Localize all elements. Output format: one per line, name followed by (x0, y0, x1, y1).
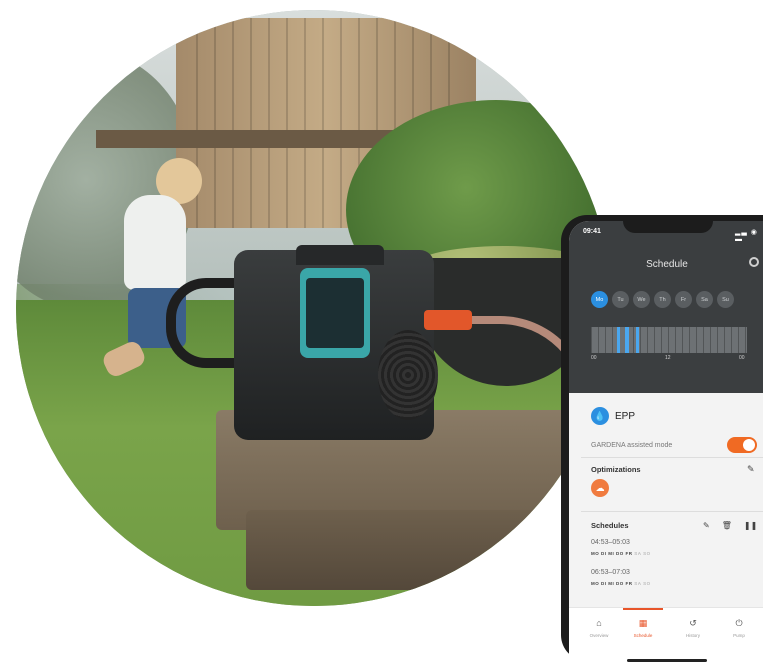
tab-label: Schedule (633, 633, 653, 638)
timeline-segment (625, 327, 629, 353)
timeline-segment (617, 327, 620, 353)
timeline-label-mid: 12 (665, 355, 671, 361)
timeline-segment (636, 327, 639, 353)
day-button-su[interactable]: Su (717, 291, 734, 308)
day-selector: Mo Tu We Th Fr Sa Su (591, 291, 734, 308)
pump-display (306, 278, 364, 348)
tab-label: Pump (733, 633, 745, 638)
schedule-days-on: MO DI MI DO FR (591, 551, 633, 556)
edit-schedule-icon[interactable]: ✎ (703, 521, 710, 530)
schedule-header: 09:41 ▂▃ ◉ ▬ Schedule Mo Tu We Th Fr Sa … (569, 221, 763, 393)
gear-icon[interactable] (749, 257, 759, 267)
assisted-mode-label: GARDENA assisted mode (591, 441, 673, 449)
tab-overview[interactable]: ⌂ Overview (579, 618, 619, 638)
timeline-label-end: 00 (739, 355, 745, 361)
tab-label: Overview (589, 633, 609, 638)
schedules-title: Schedules (591, 521, 629, 530)
tab-history[interactable]: ↺ History (673, 618, 713, 638)
delete-schedule-icon[interactable]: 🗑 (722, 521, 732, 530)
schedule-time[interactable]: 06:53–07:03 (591, 569, 630, 576)
water-drop-icon: 💧 (591, 407, 609, 425)
timeline-label-start: 00 (591, 355, 597, 361)
schedule-timeline[interactable] (591, 327, 747, 353)
status-icons: ▂▃ ◉ ▬ (735, 229, 758, 243)
status-time: 09:41 (583, 228, 601, 235)
pump-grille (378, 330, 438, 420)
tab-pump[interactable]: ⏻ Pump (719, 618, 759, 638)
pump-icon: ⏻ (735, 618, 743, 628)
schedule-actions: ✎ 🗑 ❚❚ (703, 521, 757, 530)
assisted-mode-row: GARDENA assisted mode (591, 437, 757, 453)
pause-schedule-icon[interactable]: ❚❚ (744, 521, 757, 530)
schedule-days-on: MO DI MI DO FR (591, 581, 633, 586)
schedule-days-off: SA SO (634, 551, 651, 556)
schedule-time[interactable]: 04:53–05:03 (591, 539, 630, 546)
device-name: EPP (615, 410, 636, 422)
pump-handle (296, 245, 384, 265)
schedule-days: MO DI MI DO FR SA SO (591, 581, 651, 586)
day-button-fr[interactable]: Fr (675, 291, 692, 308)
bottom-tab-bar: ⌂ Overview ▦ Schedule ↺ History ⏻ Pump (569, 607, 763, 667)
pergola-roof (96, 130, 396, 148)
optimization-icon[interactable]: ☁ (591, 479, 609, 497)
child-body (124, 195, 186, 290)
assisted-mode-toggle[interactable] (727, 437, 757, 453)
optimizations-title: Optimizations (591, 465, 641, 474)
tab-label: History (685, 633, 700, 638)
garden-pump-photo (16, 10, 612, 606)
day-button-th[interactable]: Th (654, 291, 671, 308)
day-button-tu[interactable]: Tu (612, 291, 629, 308)
calendar-icon: ▦ (638, 618, 648, 628)
history-icon: ↺ (689, 618, 697, 628)
hose-connector (424, 310, 472, 330)
divider (581, 457, 763, 458)
smartphone: 09:41 ▂▃ ◉ ▬ Schedule Mo Tu We Th Fr Sa … (561, 215, 763, 667)
page-title: Schedule (646, 259, 688, 270)
schedule-days: MO DI MI DO FR SA SO (591, 551, 651, 556)
tab-schedule[interactable]: ▦ Schedule (623, 618, 663, 638)
divider (581, 511, 763, 512)
day-button-mo[interactable]: Mo (591, 291, 608, 308)
schedule-days-off: SA SO (634, 581, 651, 586)
day-button-sa[interactable]: Sa (696, 291, 713, 308)
phone-notch (623, 215, 713, 233)
active-tab-indicator (623, 608, 663, 610)
device-row[interactable]: 💧 EPP (591, 407, 635, 425)
edit-optimizations-icon[interactable]: ✎ (747, 464, 755, 475)
home-icon: ⌂ (596, 618, 602, 628)
day-button-we[interactable]: We (633, 291, 650, 308)
app-screen: 09:41 ▂▃ ◉ ▬ Schedule Mo Tu We Th Fr Sa … (569, 221, 763, 667)
